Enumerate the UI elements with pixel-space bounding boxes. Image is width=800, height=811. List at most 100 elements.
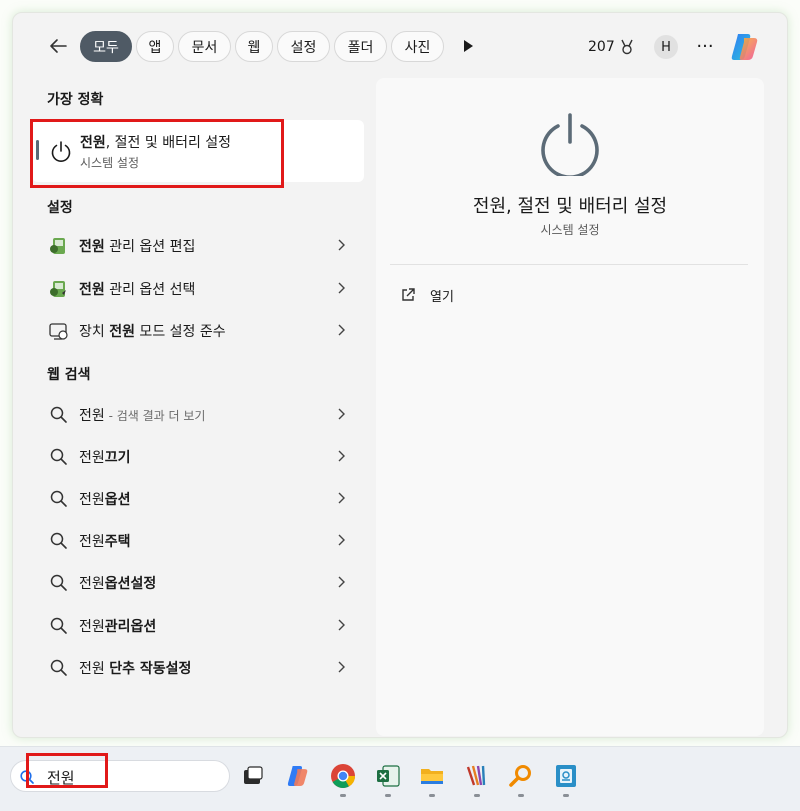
power-options-icon bbox=[50, 238, 65, 254]
tab-documents[interactable]: 문서 bbox=[178, 31, 231, 62]
play-icon bbox=[464, 40, 473, 52]
web-search-completion: 단추 작동설정 bbox=[109, 661, 192, 677]
task-view-button[interactable] bbox=[238, 761, 268, 791]
taskbar: 전원 bbox=[0, 746, 800, 811]
chevron-right-icon bbox=[338, 324, 345, 336]
best-match-heading: 가장 정확 bbox=[47, 92, 104, 108]
chevron-right-icon bbox=[338, 408, 345, 420]
chevron-right-icon bbox=[338, 239, 345, 251]
search-magnifier-app-icon bbox=[509, 765, 531, 787]
excel-button[interactable] bbox=[373, 761, 403, 791]
tab-web-label: 웹 bbox=[247, 39, 261, 56]
web-search-label: 전원 단추 작동설정 bbox=[79, 658, 191, 678]
settings-item-bold: 전원 bbox=[79, 282, 105, 298]
tab-folders[interactable]: 폴더 bbox=[334, 31, 387, 62]
settings-item-rest: 모드 설정 준수 bbox=[134, 324, 226, 340]
web-search-label: 전원 - 검색 결과 더 보기 bbox=[79, 405, 205, 425]
tab-web[interactable]: 웹 bbox=[235, 31, 273, 62]
copilot-button[interactable] bbox=[728, 30, 762, 64]
web-search-query: 전원 bbox=[79, 619, 105, 635]
hangul-app-icon bbox=[556, 765, 576, 787]
web-search-label: 전원주택 bbox=[79, 531, 131, 551]
web-search-completion: 주택 bbox=[104, 534, 131, 550]
settings-item-rest: 관리 옵션 선택 bbox=[104, 282, 196, 298]
chrome-button[interactable] bbox=[328, 761, 358, 791]
tab-all[interactable]: 모두 bbox=[80, 31, 132, 62]
web-search-completion: 관리옵션 bbox=[104, 619, 157, 635]
more-options-button[interactable]: ··· bbox=[694, 34, 716, 58]
web-search-item[interactable]: 전원 - 검색 결과 더 보기 bbox=[44, 394, 360, 434]
rewards-points[interactable]: 207 bbox=[588, 38, 636, 56]
detail-subtitle: 시스템 설정 bbox=[540, 223, 600, 237]
tab-documents-label: 문서 bbox=[191, 39, 218, 56]
file-explorer-icon bbox=[421, 769, 443, 784]
settings-item[interactable]: 전원 관리 옵션 편집 bbox=[44, 225, 360, 265]
tab-photos[interactable]: 사진 bbox=[391, 31, 444, 62]
settings-item[interactable]: 장치 전원 모드 설정 준수 bbox=[44, 310, 360, 350]
file-explorer-button[interactable] bbox=[417, 761, 447, 791]
chevron-right-icon bbox=[338, 282, 345, 294]
web-search-heading: 웹 검색 bbox=[47, 367, 91, 383]
running-indicator bbox=[429, 794, 435, 797]
web-search-item[interactable]: 전원옵션 bbox=[44, 478, 360, 518]
tab-settings[interactable]: 설정 bbox=[277, 31, 330, 62]
avatar[interactable]: H bbox=[654, 35, 678, 59]
red-annotation-box bbox=[30, 119, 284, 188]
points-value: 207 bbox=[588, 39, 615, 55]
tab-all-label: 모두 bbox=[93, 39, 119, 56]
web-search-query: 전원 bbox=[79, 492, 105, 508]
web-search-item[interactable]: 전원 단추 작동설정 bbox=[44, 647, 360, 687]
search-app-button[interactable] bbox=[506, 761, 536, 791]
tab-photos-label: 사진 bbox=[404, 39, 431, 56]
web-search-item[interactable]: 전원주택 bbox=[44, 520, 360, 560]
task-view-icon bbox=[244, 766, 263, 784]
web-search-label: 전원옵션 bbox=[79, 489, 131, 509]
tab-apps[interactable]: 앱 bbox=[136, 31, 174, 62]
divider bbox=[390, 264, 748, 265]
search-icon bbox=[50, 448, 67, 465]
winrar-icon bbox=[466, 765, 486, 786]
medal-icon bbox=[621, 39, 633, 55]
back-button[interactable] bbox=[44, 34, 72, 58]
excel-icon bbox=[377, 765, 400, 787]
tab-settings-label: 설정 bbox=[290, 39, 317, 56]
chevron-right-icon bbox=[338, 492, 345, 504]
detail-pane: 전원, 절전 및 배터리 설정 시스템 설정 열기 bbox=[376, 78, 764, 736]
web-search-query: 전원 bbox=[79, 450, 105, 466]
web-search-completion: 옵션 bbox=[104, 492, 131, 508]
winrar-button[interactable] bbox=[462, 761, 492, 791]
running-indicator bbox=[385, 794, 391, 797]
search-icon bbox=[50, 617, 67, 634]
more-filters-button[interactable] bbox=[462, 38, 478, 56]
settings-item-label: 전원 관리 옵션 선택 bbox=[79, 279, 195, 299]
web-search-item[interactable]: 전원옵션설정 bbox=[44, 562, 360, 602]
settings-item-label: 전원 관리 옵션 편집 bbox=[79, 236, 195, 256]
open-external-icon bbox=[402, 288, 415, 301]
web-search-query: 전원 bbox=[79, 408, 105, 424]
more-dots-icon: ··· bbox=[696, 35, 714, 57]
chrome-icon bbox=[331, 764, 355, 789]
avatar-initial: H bbox=[661, 39, 671, 55]
chevron-right-icon bbox=[338, 661, 345, 673]
chevron-right-icon bbox=[338, 450, 345, 462]
web-search-query: 전원 bbox=[79, 576, 105, 592]
open-label: 열기 bbox=[430, 289, 454, 305]
red-annotation-box bbox=[26, 753, 108, 788]
hangul-app-button[interactable] bbox=[551, 761, 581, 791]
web-search-item[interactable]: 전원끄기 bbox=[44, 436, 360, 476]
running-indicator bbox=[474, 794, 480, 797]
web-search-item[interactable]: 전원관리옵션 bbox=[44, 605, 360, 645]
window-frame: 모두 앱 문서 웹 설정 폴더 사진 207 H ··· 가장 정확 전원, 절… bbox=[0, 0, 800, 811]
search-icon bbox=[50, 574, 67, 591]
running-indicator bbox=[563, 794, 569, 797]
settings-item[interactable]: 전원 관리 옵션 선택 bbox=[44, 268, 360, 308]
open-button[interactable]: 열기 bbox=[400, 283, 560, 307]
settings-item-bold: 전원 bbox=[79, 239, 105, 255]
copilot-taskbar-button[interactable] bbox=[283, 761, 313, 791]
settings-item-prefix: 장치 bbox=[79, 324, 110, 340]
chevron-right-icon bbox=[338, 619, 345, 631]
web-search-query: 전원 bbox=[79, 661, 110, 677]
search-icon bbox=[50, 532, 67, 549]
running-indicator bbox=[340, 794, 346, 797]
web-search-label: 전원끄기 bbox=[79, 447, 131, 467]
